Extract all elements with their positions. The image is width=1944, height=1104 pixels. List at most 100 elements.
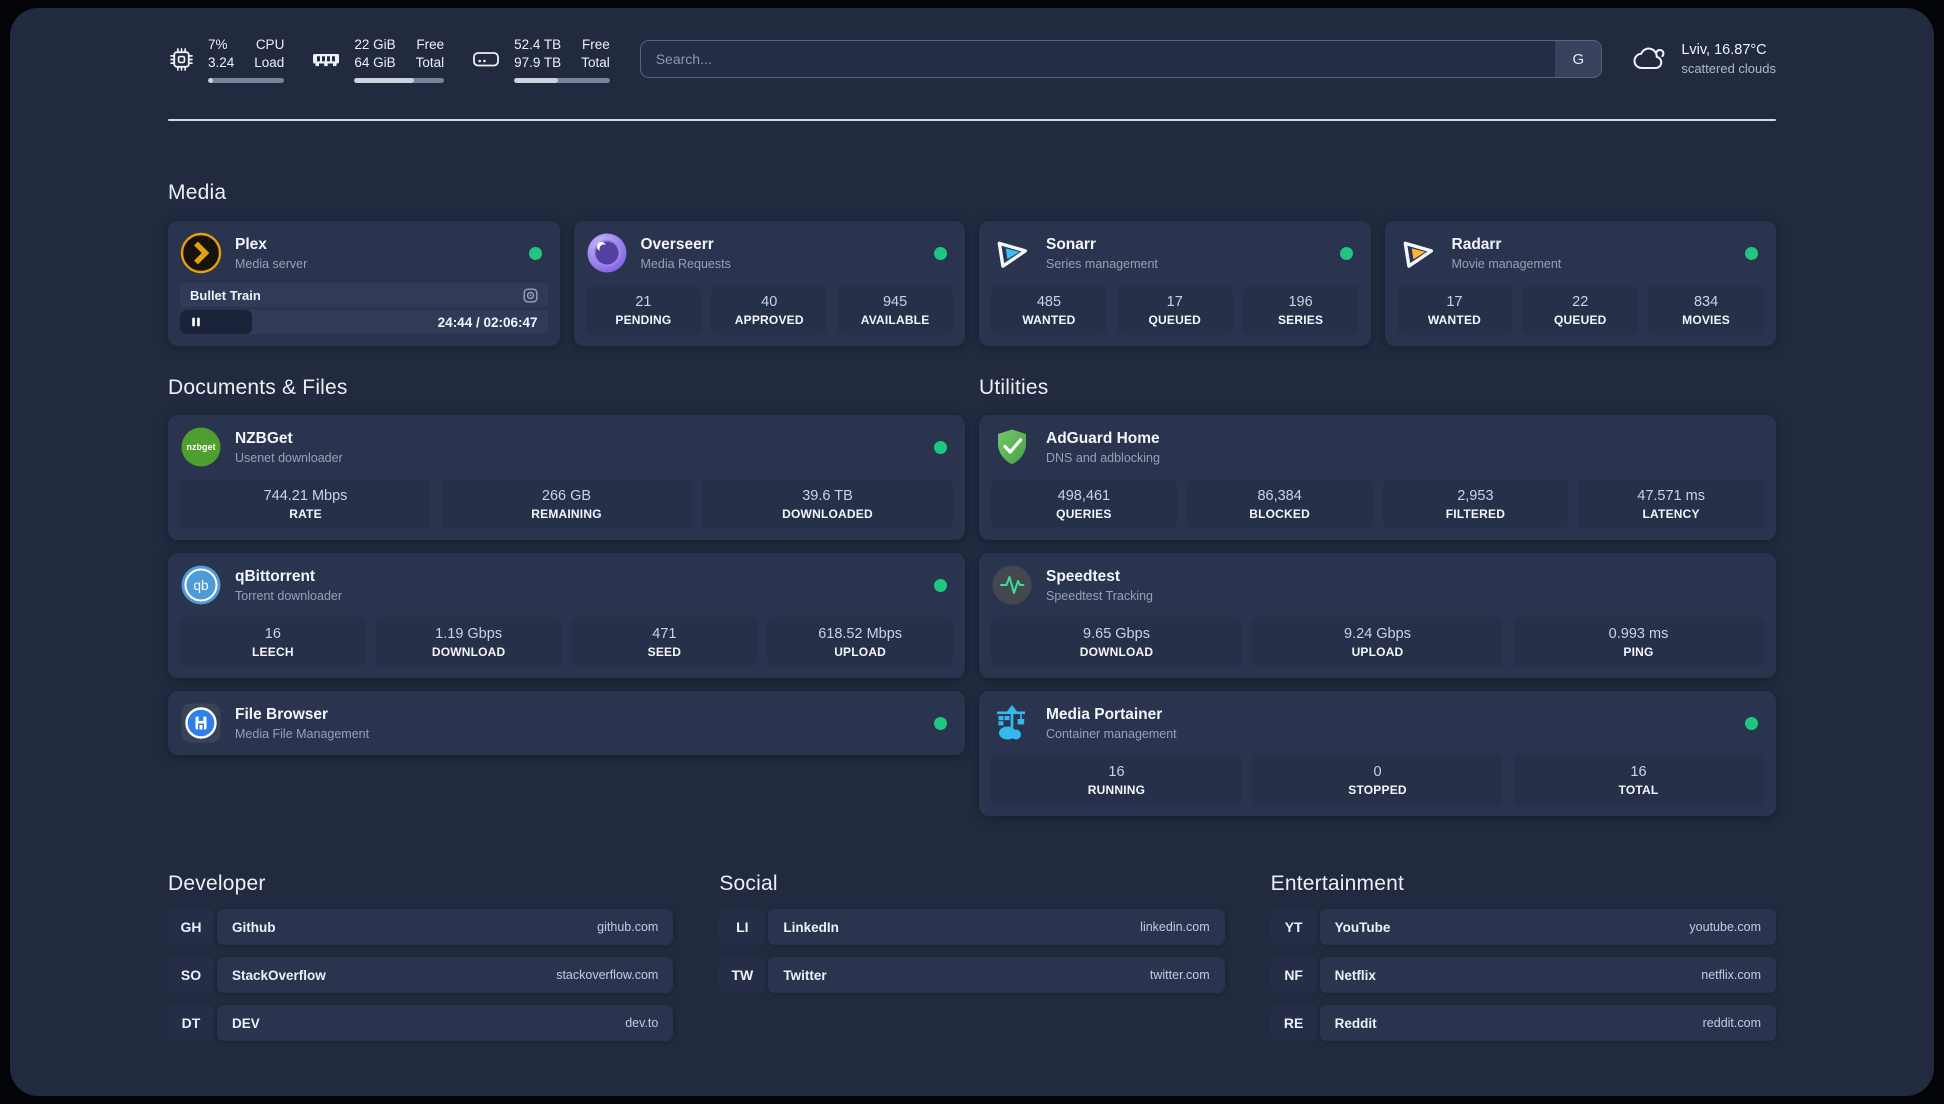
dashboard-panel: 7% 3.24 CPU Load 22 GiB 64 GiB Free Tota…: [10, 8, 1934, 1096]
stat-box: 0.993 ms PING: [1513, 617, 1764, 667]
app-name: Speedtest: [1046, 567, 1121, 585]
cloud-icon: [1632, 43, 1668, 75]
status-dot: [1339, 246, 1353, 260]
stat-box: 16 RUNNING: [991, 755, 1242, 805]
svg-text:qb: qb: [193, 578, 208, 593]
app-name: AdGuard Home: [1046, 429, 1160, 447]
app-card-adguard[interactable]: AdGuard Home DNS and adblocking 498,461 …: [979, 415, 1776, 540]
link-badge: YT: [1270, 909, 1317, 945]
link-netflix[interactable]: NF Netflix netflix.com: [1270, 957, 1776, 993]
app-subtitle: Series management: [1046, 256, 1158, 271]
media-grid: Plex Media server Bullet Train 24:44 / 0…: [168, 221, 1776, 346]
entertainment-links: Entertainment YT YouTube youtube.com NF …: [1270, 872, 1776, 1041]
stat-box: 1.19 Gbps DOWNLOAD: [375, 617, 562, 667]
system-stats: 7% 3.24 CPU Load 22 GiB 64 GiB Free Tota…: [168, 36, 610, 83]
memory-free-value: 22 GiB: [354, 36, 396, 52]
app-subtitle: Torrent downloader: [235, 588, 343, 603]
app-name: File Browser: [235, 705, 329, 723]
now-playing-title-row: Bullet Train: [180, 283, 548, 307]
link-reddit[interactable]: RE Reddit reddit.com: [1270, 1005, 1776, 1041]
sonarr-icon: [991, 232, 1033, 274]
storage-total-value: 97.9 TB: [514, 54, 562, 70]
search-engine-button[interactable]: G: [1555, 41, 1602, 77]
cpu-progress-bar: [208, 77, 285, 83]
stat-box: 9.65 Gbps DOWNLOAD: [991, 617, 1242, 667]
search-input[interactable]: [640, 41, 1556, 77]
app-card-qbittorrent[interactable]: qb qBittorrent Torrent downloader 16 LEE…: [168, 553, 965, 678]
stat-box: 196 SERIES: [1242, 285, 1359, 335]
stat-box: 39.6 TB DOWNLOADED: [702, 479, 953, 529]
pause-icon[interactable]: [190, 316, 202, 328]
app-subtitle: Movie management: [1451, 256, 1562, 271]
svg-text:nzbget: nzbget: [187, 442, 216, 452]
app-card-filebrowser[interactable]: File Browser Media File Management: [168, 691, 965, 755]
stat-box: 86,384 BLOCKED: [1186, 479, 1373, 529]
topbar: 7% 3.24 CPU Load 22 GiB 64 GiB Free Tota…: [168, 32, 1776, 86]
overseerr-icon: [586, 232, 628, 274]
app-name: Radarr: [1451, 235, 1502, 253]
status-dot: [934, 716, 947, 730]
app-subtitle: Media Requests: [640, 256, 731, 271]
search-bar: G: [639, 40, 1603, 78]
cpu-usage-label: CPU: [255, 36, 285, 52]
utilities-column: Utilities AdGuard Home DNS and adblockin…: [979, 376, 1776, 816]
app-card-nzbget[interactable]: nzbget NZBGet Usenet downloader 744.21 M…: [168, 415, 965, 540]
stat-box: 266 GB REMAINING: [441, 479, 692, 529]
app-name: Media Portainer: [1046, 705, 1163, 723]
stat-box: 744.21 Mbps RATE: [180, 479, 431, 529]
developer-links: Developer GH Github github.com SO StackO…: [168, 872, 674, 1041]
disk-icon: [471, 46, 501, 72]
storage-free-value: 52.4 TB: [514, 36, 562, 52]
link-badge: TW: [719, 957, 766, 993]
memory-total-label: Total: [415, 54, 445, 70]
app-card-sonarr[interactable]: Sonarr Series management 485 WANTED 17 Q…: [979, 221, 1371, 346]
adguard-icon: [991, 426, 1033, 468]
app-card-plex[interactable]: Plex Media server Bullet Train 24:44 / 0…: [168, 221, 560, 346]
storage-stat: 52.4 TB 97.9 TB Free Total: [471, 36, 610, 83]
playback-time: 24:44 / 02:06:47: [437, 314, 538, 330]
playback-progress-bar[interactable]: 24:44 / 02:06:47: [180, 310, 548, 334]
status-dot: [934, 440, 947, 454]
stat-box: 485 WANTED: [991, 285, 1107, 335]
qbittorrent-icon: qb: [180, 564, 222, 606]
app-name: qBittorrent: [235, 567, 316, 585]
app-card-overseerr[interactable]: Overseerr Media Requests 21 PENDING 40 A…: [573, 221, 965, 346]
stat-box: 16 LEECH: [180, 617, 366, 667]
link-github[interactable]: GH Github github.com: [168, 909, 674, 945]
plex-icon: [180, 232, 222, 274]
app-card-speedtest[interactable]: Speedtest Speedtest Tracking 9.65 Gbps D…: [979, 553, 1776, 678]
app-subtitle: Container management: [1046, 726, 1177, 741]
app-subtitle: Usenet downloader: [235, 450, 343, 465]
stat-box: 2,953 FILTERED: [1382, 479, 1569, 529]
link-linkedin[interactable]: LI LinkedIn linkedin.com: [719, 909, 1225, 945]
status-dot: [528, 246, 542, 260]
stat-box: 40 APPROVED: [711, 285, 828, 335]
status-dot: [1745, 246, 1758, 260]
app-card-portainer[interactable]: Media Portainer Container management 16 …: [979, 691, 1776, 816]
link-dev-to[interactable]: DT DEV dev.to: [168, 1005, 674, 1041]
stat-box: 17 QUEUED: [1116, 285, 1233, 335]
memory-progress-bar: [354, 77, 445, 83]
link-badge: NF: [1270, 957, 1317, 993]
stat-box: 618.52 Mbps UPLOAD: [767, 617, 953, 667]
link-badge: SO: [168, 957, 214, 993]
app-card-radarr[interactable]: Radarr Movie management 17 WANTED 22 QUE…: [1384, 221, 1776, 346]
section-title-developer: Developer: [168, 872, 266, 895]
link-badge: LI: [719, 909, 766, 945]
stat-box: 834 MOVIES: [1648, 285, 1764, 335]
link-twitter[interactable]: TW Twitter twitter.com: [719, 957, 1225, 993]
status-dot: [934, 246, 947, 260]
link-badge: RE: [1270, 1005, 1317, 1041]
link-stackoverflow[interactable]: SO StackOverflow stackoverflow.com: [168, 957, 674, 993]
camera-icon[interactable]: [523, 288, 538, 303]
section-title-entertainment: Entertainment: [1270, 872, 1404, 895]
stat-box: 47.571 ms LATENCY: [1578, 479, 1764, 529]
link-badge: DT: [168, 1005, 214, 1041]
stat-box: 17 WANTED: [1396, 285, 1513, 335]
app-name: Plex: [235, 235, 267, 253]
link-youtube[interactable]: YT YouTube youtube.com: [1270, 909, 1776, 945]
weather-widget: Lviv, 16.87°C scattered clouds: [1632, 42, 1776, 76]
ram-icon: [311, 46, 341, 72]
app-name: Overseerr: [640, 235, 714, 253]
portainer-icon: [991, 702, 1033, 744]
